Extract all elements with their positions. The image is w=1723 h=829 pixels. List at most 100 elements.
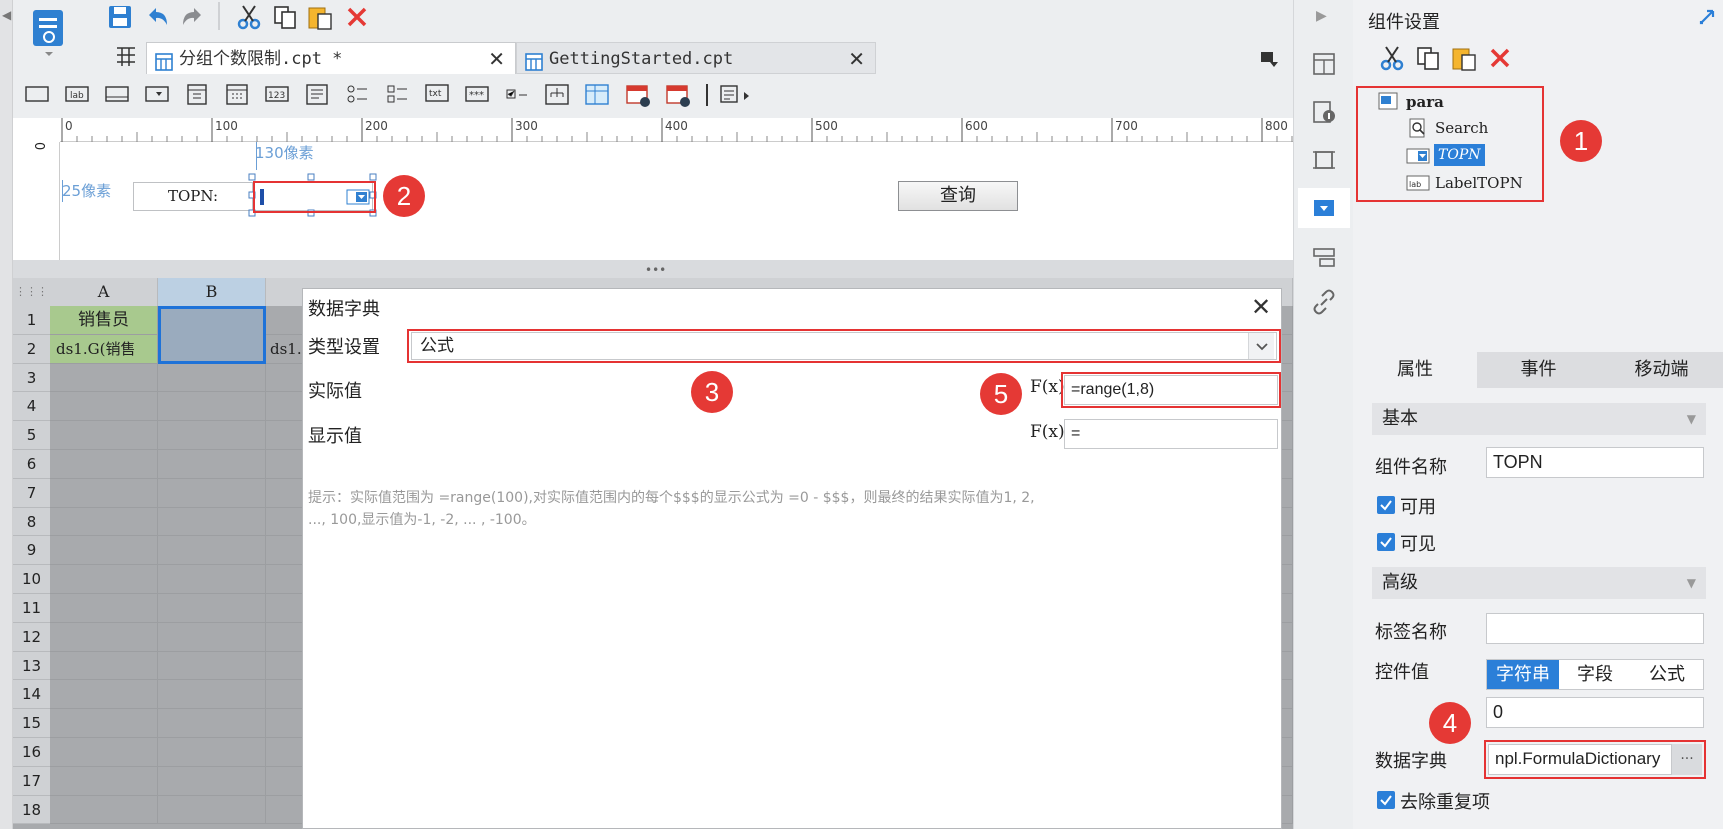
left-collapse-strip[interactable]: ◀ — [0, 0, 13, 829]
grid-cell[interactable] — [158, 622, 266, 652]
close-tab-icon[interactable]: ✕ — [848, 43, 865, 75]
frame-settings-icon[interactable] — [1310, 146, 1338, 174]
fx-icon[interactable]: F(x) — [1030, 377, 1065, 397]
column-header-a[interactable]: A — [50, 278, 158, 306]
grid-cell[interactable] — [158, 450, 266, 479]
display-value-field[interactable]: = — [1064, 419, 1278, 449]
tab-fenzu[interactable]: 分组个数限制.cpt * ✕ — [146, 42, 516, 74]
cell-c2[interactable]: ds1. — [266, 335, 306, 364]
row-header[interactable]: 10 — [13, 565, 50, 594]
widget-name-field[interactable]: TOPN — [1486, 447, 1704, 478]
fx-icon[interactable]: F(x) — [1030, 422, 1065, 442]
grid-cell[interactable] — [50, 507, 158, 537]
combobox-widget-icon[interactable] — [143, 82, 173, 108]
link-icon[interactable] — [1310, 288, 1338, 316]
layout-icon[interactable] — [1310, 244, 1338, 272]
widget-settings-tab[interactable] — [1298, 188, 1350, 228]
grid-cell[interactable] — [50, 738, 158, 767]
grid-cell[interactable] — [50, 651, 158, 681]
grid-cell[interactable] — [158, 536, 266, 566]
row-header[interactable]: 1 — [13, 306, 50, 335]
tree-widget-icon[interactable] — [543, 82, 573, 108]
grid-cell[interactable] — [158, 680, 266, 710]
topn-label-widget[interactable]: TOPN: — [133, 182, 253, 211]
row-header[interactable]: 11 — [13, 594, 50, 623]
checkbox-group-widget-icon[interactable] — [383, 82, 413, 108]
row-header[interactable]: 12 — [13, 622, 50, 652]
row-header[interactable]: 14 — [13, 680, 50, 710]
datetime-widget-icon[interactable] — [663, 82, 697, 108]
date-widget-icon[interactable] — [223, 82, 253, 108]
row-header[interactable]: 9 — [13, 536, 50, 566]
radio-group-widget-icon[interactable] — [343, 82, 373, 108]
grid-cell[interactable] — [158, 795, 266, 825]
text-widget-icon[interactable]: txt — [423, 82, 453, 108]
textarea-widget-icon[interactable] — [303, 82, 333, 108]
cell-b-selected[interactable] — [158, 306, 266, 364]
undo-icon[interactable] — [143, 3, 173, 33]
row-header[interactable]: 15 — [13, 709, 50, 738]
row-header[interactable]: 16 — [13, 738, 50, 767]
grid-cell[interactable] — [50, 450, 158, 479]
tag-name-field[interactable] — [1486, 613, 1704, 644]
table-tree-widget-icon[interactable] — [583, 82, 613, 108]
row-header[interactable]: 2 — [13, 334, 50, 364]
grid-cell[interactable] — [50, 709, 158, 738]
query-button[interactable]: 查询 — [898, 181, 1018, 211]
checkbox-widget-icon[interactable] — [503, 82, 533, 108]
copy-icon[interactable] — [271, 3, 301, 33]
row-header[interactable]: 4 — [13, 392, 50, 422]
grid-cell[interactable] — [50, 565, 158, 594]
control-value-field[interactable]: 0 — [1486, 697, 1704, 728]
cut-icon[interactable] — [1378, 44, 1406, 72]
textbox-widget-icon[interactable] — [103, 82, 133, 108]
grid-cell[interactable] — [50, 478, 158, 508]
grid-cell[interactable] — [158, 738, 266, 767]
delete-icon[interactable] — [343, 3, 373, 33]
select-all-corner[interactable]: ⋮⋮⋮ — [13, 278, 50, 306]
row-header[interactable]: 5 — [13, 421, 50, 450]
collapse-arrow-icon[interactable]: ◀ — [2, 8, 11, 22]
visible-checkbox[interactable] — [1377, 533, 1395, 551]
mode-field-button[interactable]: 字段 — [1559, 660, 1631, 689]
tree-combo-widget-icon[interactable] — [183, 82, 213, 108]
grid-cell[interactable] — [158, 709, 266, 738]
tab-list-dropdown-icon[interactable] — [1258, 48, 1282, 72]
grid-cell[interactable] — [158, 478, 266, 508]
drag-handle-icon[interactable]: ••• — [645, 263, 666, 277]
mode-string-button[interactable]: 字符串 — [1487, 660, 1559, 689]
tab-properties[interactable]: 属性 — [1353, 352, 1477, 388]
grid-cell[interactable] — [158, 507, 266, 537]
cell-a2[interactable]: ds1.G(销售 — [50, 335, 158, 364]
grid-cell[interactable] — [50, 622, 158, 652]
basic-section-header[interactable]: 基本 ▼ — [1372, 403, 1706, 435]
row-header[interactable]: 18 — [13, 795, 50, 825]
close-tab-icon[interactable]: ✕ — [488, 43, 505, 75]
app-menu-icon[interactable] — [31, 8, 67, 58]
dialog-close-icon[interactable]: ✕ — [1251, 293, 1271, 321]
widget-info-icon[interactable] — [1310, 98, 1338, 126]
delete-icon[interactable] — [1486, 44, 1514, 72]
tab-mobile[interactable]: 移动端 — [1600, 352, 1723, 388]
redo-icon[interactable] — [179, 3, 209, 33]
row-header[interactable]: 13 — [13, 651, 50, 681]
grid-layout-icon[interactable] — [113, 44, 141, 72]
row-header[interactable]: 17 — [13, 766, 50, 796]
tab-gettingstarted[interactable]: GettingStarted.cpt ✕ — [516, 42, 876, 74]
expand-arrow-icon[interactable]: ▶ — [1316, 8, 1327, 24]
grid-cell[interactable] — [158, 565, 266, 594]
date-range-widget-icon[interactable] — [623, 82, 657, 108]
number-widget-icon[interactable]: 123 — [263, 82, 293, 108]
grid-cell[interactable] — [50, 795, 158, 825]
collapse-panel-icon[interactable] — [1696, 6, 1720, 30]
grid-cell[interactable] — [50, 421, 158, 450]
split-bar[interactable]: ••• — [13, 260, 1293, 278]
row-header[interactable]: 7 — [13, 478, 50, 508]
grid-cell[interactable] — [158, 363, 266, 393]
grid-cell[interactable] — [50, 594, 158, 623]
cell-a1[interactable]: 销售员 — [50, 306, 158, 335]
grid-cell[interactable] — [158, 421, 266, 450]
grid-cell[interactable] — [50, 392, 158, 422]
advanced-section-header[interactable]: 高级 ▼ — [1372, 567, 1706, 599]
enabled-checkbox[interactable] — [1377, 496, 1395, 514]
